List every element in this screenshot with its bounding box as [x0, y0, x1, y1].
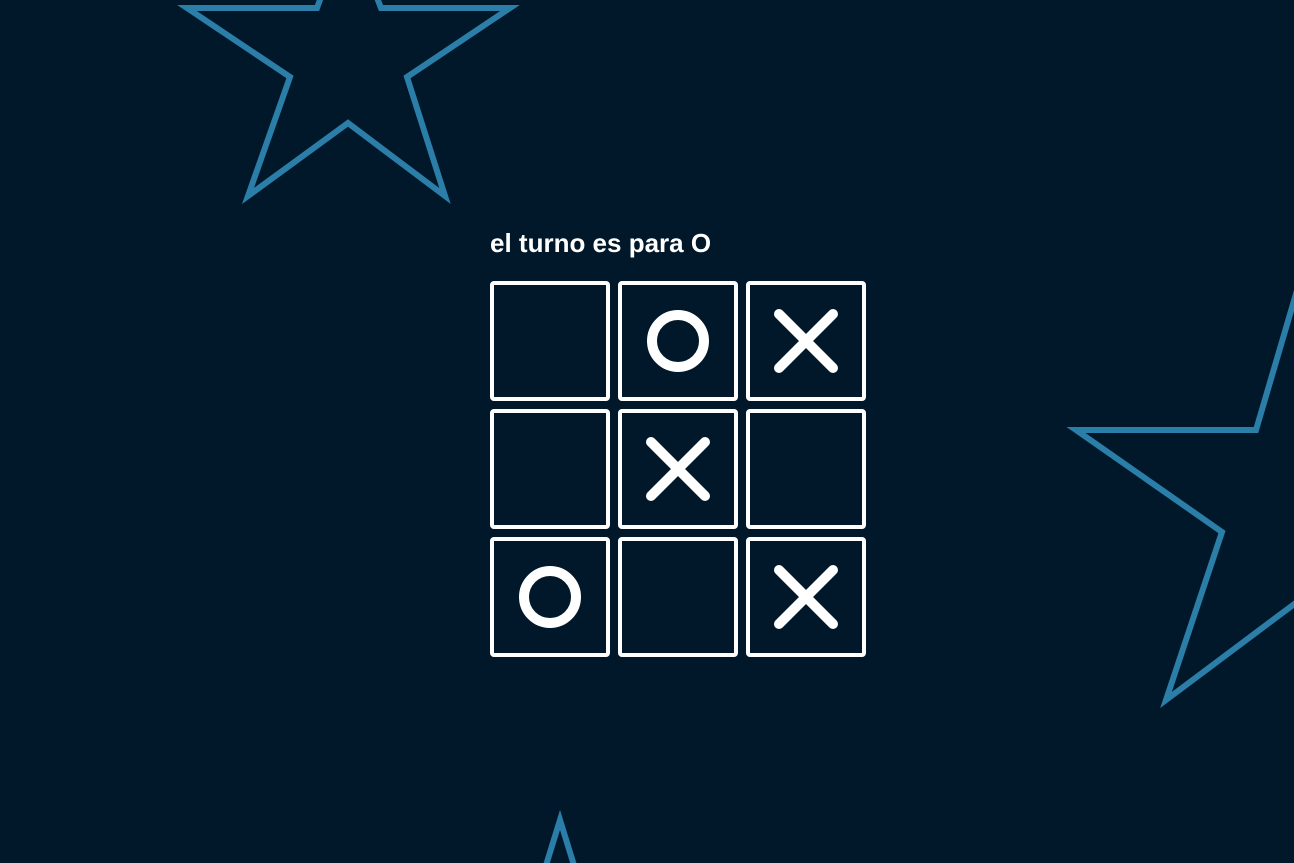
star-outline-icon: [1066, 290, 1294, 709]
o-mark-icon: [519, 566, 581, 628]
x-mark-icon: [774, 565, 838, 629]
star-outline-icon: [177, 0, 520, 205]
board-cell-3[interactable]: [746, 281, 866, 401]
board-cell-5[interactable]: [618, 409, 738, 529]
game-board: [490, 281, 866, 657]
board-cell-8[interactable]: [618, 537, 738, 657]
tic-tac-toe-game: el turno es para O: [490, 228, 866, 657]
x-mark-icon: [774, 309, 838, 373]
board-cell-2[interactable]: [618, 281, 738, 401]
o-mark-icon: [647, 310, 709, 372]
board-cell-1[interactable]: [490, 281, 610, 401]
board-cell-7[interactable]: [490, 537, 610, 657]
board-cell-9[interactable]: [746, 537, 866, 657]
x-mark-icon: [646, 437, 710, 501]
turn-status: el turno es para O: [490, 228, 712, 258]
board-cell-4[interactable]: [490, 409, 610, 529]
star-outline-icon: [543, 809, 577, 863]
board-cell-6[interactable]: [746, 409, 866, 529]
